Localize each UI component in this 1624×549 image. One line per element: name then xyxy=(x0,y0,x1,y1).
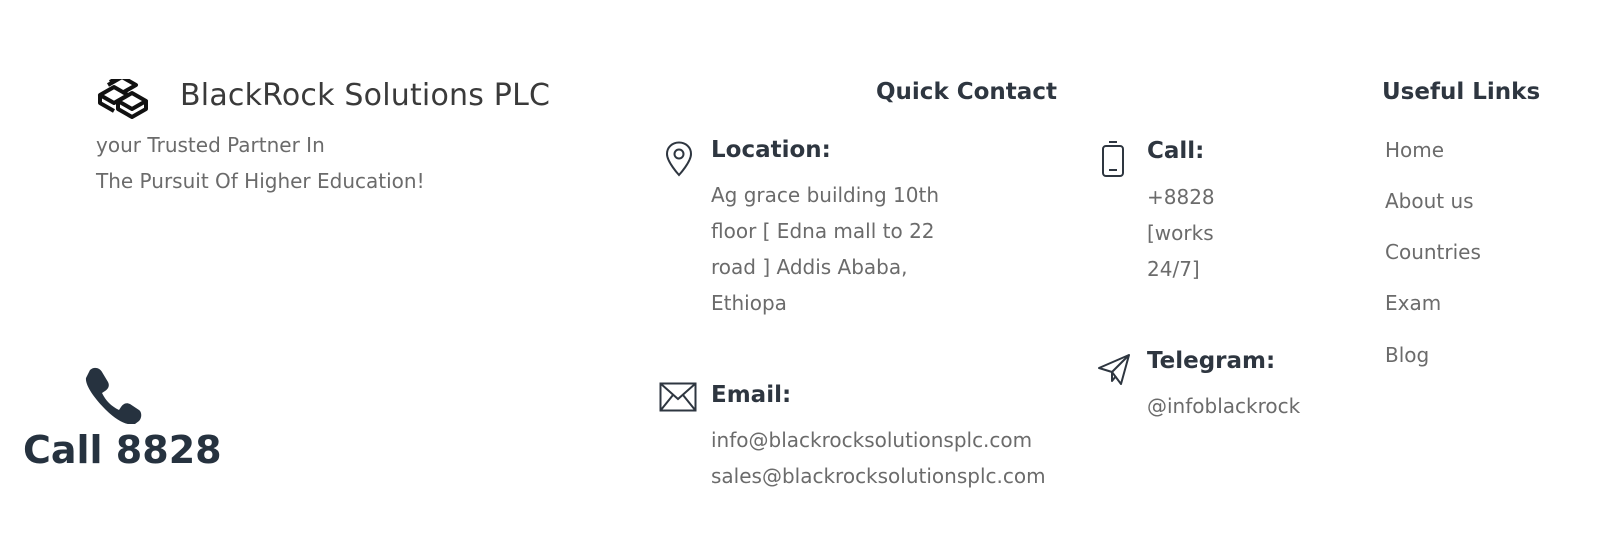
call-label: Call: xyxy=(1147,138,1205,164)
useful-links-heading: Useful Links xyxy=(1382,79,1541,105)
telegram-label: Telegram: xyxy=(1147,348,1276,374)
call-line: [works xyxy=(1147,221,1214,245)
email-label: Email: xyxy=(711,382,792,408)
call-line: 24/7] xyxy=(1147,257,1200,281)
email-link[interactable]: info@blackrocksolutionsplc.com xyxy=(711,428,1032,452)
brand-logo-icon xyxy=(98,79,148,119)
link-countries[interactable]: Countries xyxy=(1385,240,1481,264)
telegram-link[interactable]: @infoblackrock xyxy=(1147,394,1300,418)
paper-plane-icon xyxy=(1098,354,1130,385)
call-button[interactable]: Call 8828 xyxy=(23,428,222,472)
link-about-us[interactable]: About us xyxy=(1385,189,1474,213)
link-exam[interactable]: Exam xyxy=(1385,291,1441,315)
location-line: floor [ Edna mall to 22 xyxy=(711,219,935,243)
location-line: Ethiopa xyxy=(711,291,787,315)
link-home[interactable]: Home xyxy=(1385,138,1444,162)
quick-contact-heading: Quick Contact xyxy=(876,79,1057,105)
mobile-phone-icon xyxy=(1102,141,1124,177)
call-line[interactable]: +8828 xyxy=(1147,185,1215,209)
location-pin-icon xyxy=(665,141,693,177)
brand-name: BlackRock Solutions PLC xyxy=(180,78,551,113)
tagline-line-2: The Pursuit Of Higher Education! xyxy=(96,169,425,193)
phone-icon[interactable] xyxy=(84,366,142,424)
location-label: Location: xyxy=(711,137,831,163)
email-link[interactable]: sales@blackrocksolutionsplc.com xyxy=(711,464,1046,488)
tagline-line-1: your Trusted Partner In xyxy=(96,133,325,157)
location-line: Ag grace building 10th xyxy=(711,183,939,207)
link-blog[interactable]: Blog xyxy=(1385,343,1429,367)
envelope-icon xyxy=(659,382,697,412)
location-line: road ] Addis Ababa, xyxy=(711,255,908,279)
